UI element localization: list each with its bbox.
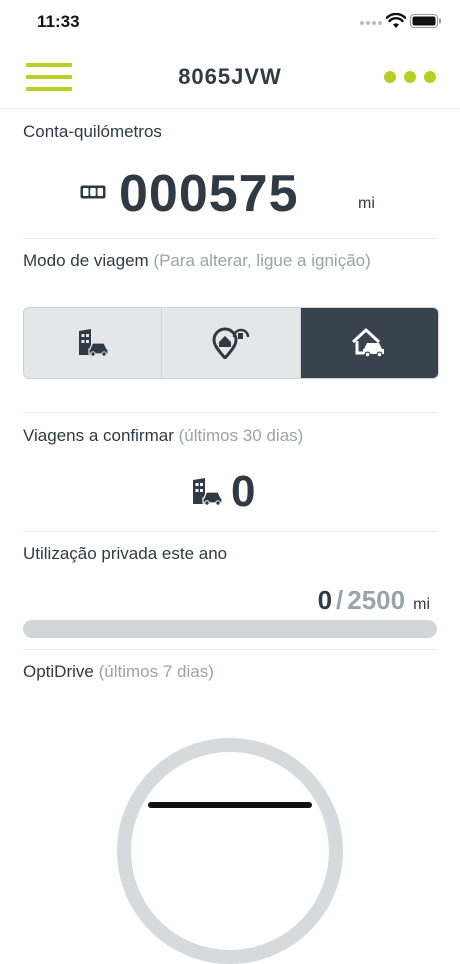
optidrive-gauge[interactable] xyxy=(117,738,343,964)
optidrive-label: OptiDrive (últimos 7 dias) xyxy=(23,662,214,681)
trips-to-confirm-label: Viagens a confirmar (últimos 30 dias) xyxy=(23,426,304,445)
home-car-icon xyxy=(352,328,385,358)
private-usage-progress-bar xyxy=(23,620,437,638)
private-usage-limit: 2500 xyxy=(347,585,406,615)
trip-mode-commute-button[interactable] xyxy=(162,308,301,378)
optidrive-hint: (últimos 7 dias) xyxy=(98,662,214,681)
trips-to-confirm-count: 0 xyxy=(231,467,256,516)
home-indicator xyxy=(148,802,312,808)
odometer-display: 000575 mi xyxy=(0,163,460,225)
private-usage-value: 0/2500 mi xyxy=(318,585,430,615)
business-car-icon xyxy=(193,478,223,506)
odometer-icon xyxy=(80,185,106,199)
status-time: 11:33 xyxy=(37,12,80,31)
wifi-icon xyxy=(386,13,406,28)
private-usage-unit: mi xyxy=(413,596,430,613)
private-usage-separator: / xyxy=(336,585,344,615)
odometer-value: 000575 xyxy=(119,165,299,223)
private-usage-label: Utilização privada este ano xyxy=(23,544,228,563)
nav-bar: 8065JVW xyxy=(0,44,460,109)
trip-mode-hint: (Para alterar, ligue a ignição) xyxy=(153,251,371,270)
status-bar: 11:33 xyxy=(0,0,460,44)
trip-mode-business-button[interactable] xyxy=(24,308,163,378)
divider xyxy=(23,649,437,650)
odometer-label: Conta-quilómetros xyxy=(23,122,162,141)
more-options-icon[interactable] xyxy=(384,71,436,83)
private-usage-used: 0 xyxy=(317,585,333,615)
location-home-icon xyxy=(212,327,250,359)
signal-icon xyxy=(360,21,384,27)
trip-mode-selector xyxy=(23,307,439,379)
divider xyxy=(23,238,437,239)
trip-mode-private-button[interactable] xyxy=(300,308,438,378)
divider xyxy=(23,412,437,413)
trips-to-confirm-hint: (últimos 30 dias) xyxy=(178,426,304,445)
odometer-unit: mi xyxy=(358,195,375,212)
trips-to-confirm-display[interactable]: 0 xyxy=(0,468,460,516)
business-car-icon xyxy=(78,329,109,357)
battery-icon xyxy=(410,14,441,28)
trip-mode-label: Modo de viagem (Para alterar, ligue a ig… xyxy=(23,251,371,270)
divider xyxy=(23,531,437,532)
